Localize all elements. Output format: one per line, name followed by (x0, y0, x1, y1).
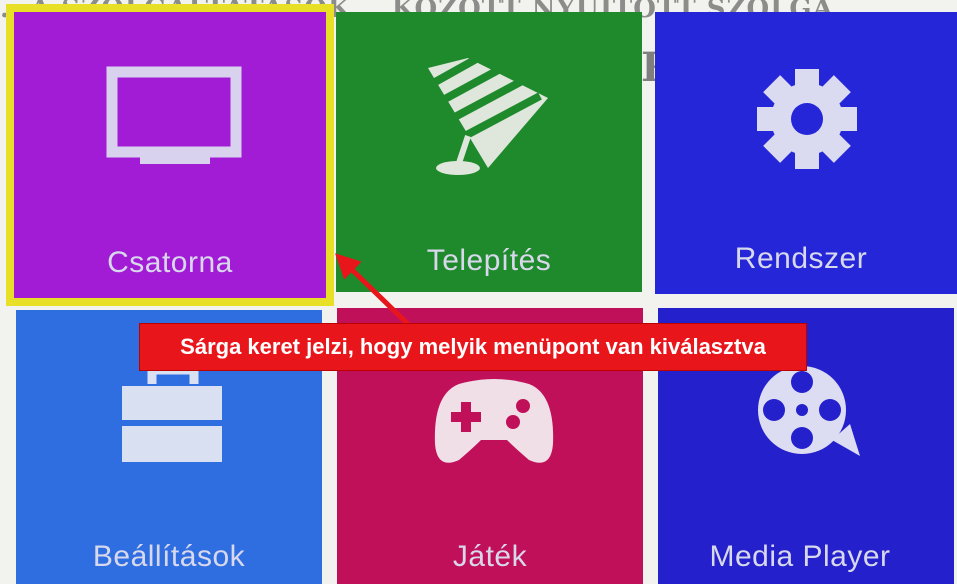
annotation-callout: Sárga keret jelzi, hogy melyik menüpont … (140, 324, 806, 370)
annotation-arrow-icon (335, 253, 414, 330)
